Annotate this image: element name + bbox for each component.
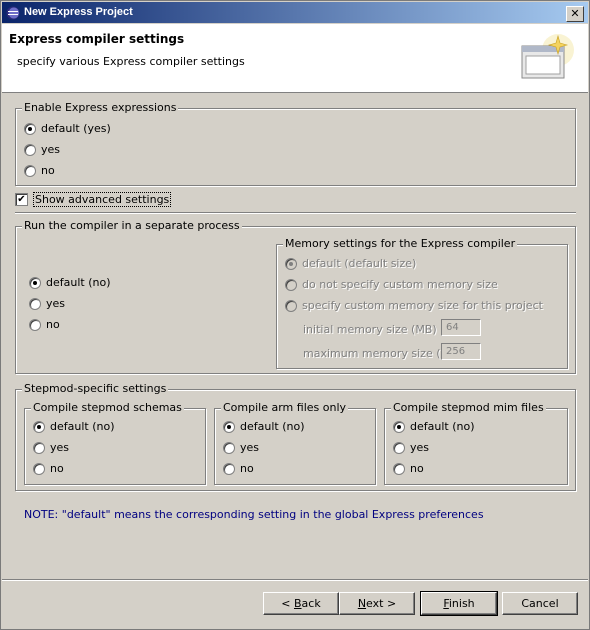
radio-indicator bbox=[285, 257, 297, 270]
defaults-note: NOTE: "default" means the corresponding … bbox=[24, 508, 484, 521]
radio-label: yes bbox=[50, 441, 70, 454]
separator bbox=[15, 212, 576, 214]
radio-label: yes bbox=[41, 143, 61, 156]
radio-indicator bbox=[285, 278, 297, 291]
radio-indicator bbox=[393, 420, 405, 433]
next-label: ext > bbox=[366, 597, 397, 610]
next-mnemonic: N bbox=[357, 597, 367, 610]
radio-label: no bbox=[46, 318, 60, 331]
initial-memory-field[interactable]: 64 bbox=[441, 319, 481, 336]
show-advanced-checkbox[interactable]: ✔ Show advanced settings bbox=[15, 192, 172, 207]
eclipse-icon bbox=[6, 6, 20, 20]
radio-label: default (no) bbox=[50, 420, 115, 433]
radio-indicator bbox=[285, 299, 297, 312]
radio-label: yes bbox=[410, 441, 430, 454]
radio-label: do not specify custom memory size bbox=[302, 278, 498, 291]
checkmark-icon: ✔ bbox=[15, 193, 28, 206]
radio-arm-yes[interactable]: yes bbox=[223, 441, 259, 454]
stepmod-settings-group: Stepmod-specific settings Compile stepmo… bbox=[15, 382, 576, 491]
radio-label: default (no) bbox=[46, 276, 111, 289]
radio-arm-no[interactable]: no bbox=[223, 462, 254, 475]
radio-label: default (no) bbox=[410, 420, 475, 433]
compile-arm-group: Compile arm files only default (no) yes … bbox=[214, 401, 376, 485]
close-button[interactable]: ✕ bbox=[566, 6, 584, 22]
wizard-header: Express compiler settings specify variou… bbox=[2, 24, 588, 93]
radio-process-yes[interactable]: yes bbox=[29, 297, 65, 310]
separate-process-group: Run the compiler in a separate process d… bbox=[15, 219, 576, 374]
finish-label: inish bbox=[448, 597, 475, 610]
radio-label: no bbox=[50, 462, 64, 475]
page-description: specify various Express compiler setting… bbox=[17, 55, 245, 68]
radio-label: specify custom memory size for this proj… bbox=[302, 299, 543, 312]
radio-indicator bbox=[24, 164, 36, 177]
wizard-banner-icon bbox=[521, 34, 574, 79]
group-legend: Compile arm files only bbox=[221, 401, 349, 414]
radio-indicator bbox=[223, 420, 235, 433]
page-title: Express compiler settings bbox=[9, 32, 185, 46]
radio-label: default (yes) bbox=[41, 122, 111, 135]
title-bar[interactable]: New Express Project ✕ bbox=[2, 2, 588, 23]
radio-label: default (default size) bbox=[302, 257, 417, 270]
checkbox-label: Show advanced settings bbox=[33, 192, 172, 207]
back-mnemonic: B bbox=[294, 597, 302, 610]
radio-label: yes bbox=[46, 297, 66, 310]
radio-mim-no[interactable]: no bbox=[393, 462, 424, 475]
radio-indicator bbox=[29, 318, 41, 331]
radio-indicator bbox=[24, 143, 36, 156]
enable-expressions-group: Enable Express expressions default (yes)… bbox=[15, 101, 576, 186]
radio-enable-no[interactable]: no bbox=[24, 164, 55, 177]
max-memory-field[interactable]: 256 bbox=[441, 343, 481, 360]
radio-process-default[interactable]: default (no) bbox=[29, 276, 111, 289]
back-prefix: < bbox=[281, 597, 294, 610]
radio-schemas-no[interactable]: no bbox=[33, 462, 64, 475]
group-legend: Memory settings for the Express compiler bbox=[283, 237, 518, 250]
radio-mim-default[interactable]: default (no) bbox=[393, 420, 475, 433]
radio-indicator bbox=[33, 462, 45, 475]
radio-label: no bbox=[240, 462, 254, 475]
next-button[interactable]: Next > bbox=[339, 592, 415, 615]
radio-memory-default[interactable]: default (default size) bbox=[285, 257, 416, 270]
radio-arm-default[interactable]: default (no) bbox=[223, 420, 305, 433]
radio-indicator bbox=[393, 441, 405, 454]
radio-label: default (no) bbox=[240, 420, 305, 433]
finish-button[interactable]: Finish bbox=[420, 591, 498, 616]
window-title: New Express Project bbox=[24, 6, 133, 18]
button-bar-separator bbox=[2, 579, 588, 581]
radio-indicator bbox=[29, 276, 41, 289]
radio-mim-yes[interactable]: yes bbox=[393, 441, 429, 454]
radio-memory-custom[interactable]: specify custom memory size for this proj… bbox=[285, 299, 543, 312]
radio-schemas-default[interactable]: default (no) bbox=[33, 420, 115, 433]
radio-indicator bbox=[29, 297, 41, 310]
radio-process-no[interactable]: no bbox=[29, 318, 60, 331]
radio-memory-unspecified[interactable]: do not specify custom memory size bbox=[285, 278, 498, 291]
initial-memory-label: initial memory size (MB) bbox=[303, 323, 437, 336]
radio-indicator bbox=[393, 462, 405, 475]
group-legend: Compile stepmod mim files bbox=[391, 401, 546, 414]
close-icon: ✕ bbox=[570, 7, 580, 20]
radio-indicator bbox=[24, 122, 36, 135]
radio-enable-default[interactable]: default (yes) bbox=[24, 122, 111, 135]
radio-enable-yes[interactable]: yes bbox=[24, 143, 60, 156]
cancel-button[interactable]: Cancel bbox=[502, 592, 578, 615]
back-label: ack bbox=[301, 597, 321, 610]
group-legend: Enable Express expressions bbox=[22, 101, 179, 114]
group-legend: Compile stepmod schemas bbox=[31, 401, 184, 414]
max-memory-label: maximum memory size (MB) bbox=[303, 347, 462, 360]
radio-label: no bbox=[41, 164, 55, 177]
radio-indicator bbox=[223, 441, 235, 454]
radio-label: no bbox=[410, 462, 424, 475]
radio-indicator bbox=[33, 441, 45, 454]
radio-schemas-yes[interactable]: yes bbox=[33, 441, 69, 454]
group-legend: Run the compiler in a separate process bbox=[22, 219, 242, 232]
radio-label: yes bbox=[240, 441, 260, 454]
radio-indicator bbox=[223, 462, 235, 475]
radio-indicator bbox=[33, 420, 45, 433]
wizard-window: New Express Project ✕ Express compiler s… bbox=[0, 0, 590, 630]
memory-settings-group: Memory settings for the Express compiler… bbox=[276, 237, 568, 369]
compile-schemas-group: Compile stepmod schemas default (no) yes… bbox=[24, 401, 206, 485]
back-button[interactable]: < Back bbox=[263, 592, 339, 615]
group-legend: Stepmod-specific settings bbox=[22, 382, 169, 395]
compile-mim-group: Compile stepmod mim files default (no) y… bbox=[384, 401, 568, 485]
